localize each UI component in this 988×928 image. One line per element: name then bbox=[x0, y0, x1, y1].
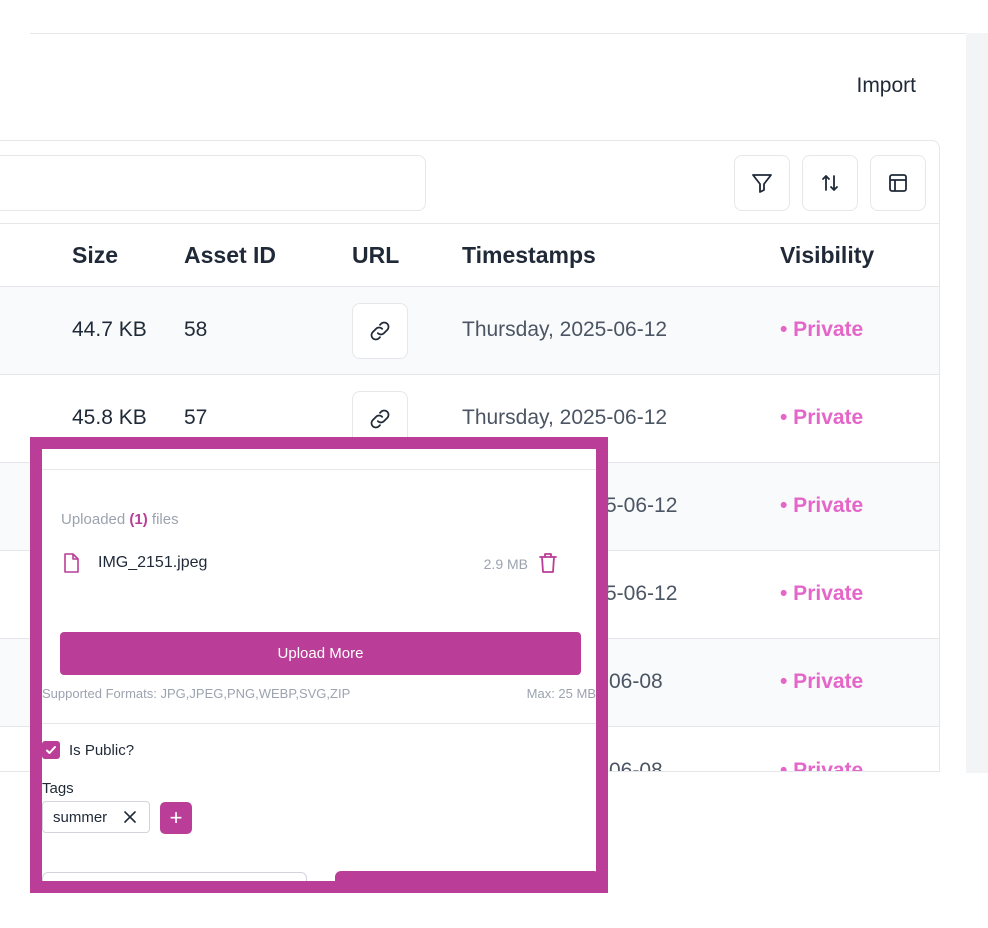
tag-label: summer bbox=[53, 809, 108, 826]
copy-url-button[interactable] bbox=[352, 303, 408, 359]
sort-arrows-icon bbox=[822, 175, 838, 191]
add-tag-button[interactable]: + bbox=[160, 802, 192, 834]
cell-asset-id: 58 bbox=[184, 318, 208, 341]
search-input[interactable] bbox=[0, 155, 426, 211]
cell-asset-id: 57 bbox=[184, 406, 208, 429]
filter-icon bbox=[752, 174, 772, 193]
tags-label: Tags bbox=[42, 780, 74, 797]
cell-size: 44.7 KB bbox=[72, 318, 147, 341]
cell-timestamp: 5-06-12 bbox=[605, 494, 678, 517]
sort-button[interactable] bbox=[802, 155, 858, 211]
modal-divider bbox=[42, 469, 596, 470]
column-header-size[interactable]: Size bbox=[72, 242, 118, 269]
layout-icon bbox=[889, 174, 907, 192]
close-icon[interactable] bbox=[123, 810, 137, 824]
columns-button[interactable] bbox=[870, 155, 926, 211]
import-button[interactable]: Import bbox=[856, 74, 916, 98]
trash-icon[interactable] bbox=[538, 552, 558, 574]
visibility-badge: • Private bbox=[780, 406, 864, 429]
column-header-visibility[interactable]: Visibility bbox=[780, 242, 874, 269]
visibility-badge: • Private bbox=[780, 494, 864, 517]
plus-icon: + bbox=[169, 805, 183, 830]
cell-timestamp: 06-08 bbox=[609, 670, 663, 693]
max-size-text: Max: 25 MB bbox=[526, 686, 596, 701]
file-name: IMG_2151.jpeg bbox=[98, 554, 208, 571]
uploaded-suffix: files bbox=[151, 511, 179, 528]
assets-page: Import Size Asset ID URL Timestamps Visi… bbox=[0, 0, 988, 928]
visibility-badge: • Private bbox=[780, 318, 864, 341]
cell-timestamp: Thursday, 2025-06-12 bbox=[462, 406, 668, 429]
uploaded-files-heading: Uploaded (1) files bbox=[61, 511, 179, 528]
scrollbar-track[interactable] bbox=[966, 33, 988, 773]
cell-timestamp: 06-08 bbox=[609, 759, 663, 772]
uploaded-prefix: Uploaded bbox=[61, 511, 126, 528]
visibility-badge: • Private bbox=[780, 582, 864, 605]
visibility-badge: • Private bbox=[780, 759, 864, 772]
visibility-badge: • Private bbox=[780, 670, 864, 693]
uploaded-file-item: IMG_2151.jpeg 2.9 MB bbox=[61, 552, 581, 576]
file-size: 2.9 MB bbox=[483, 556, 528, 572]
upload-modal: Uploaded (1) files IMG_2151.jpeg 2.9 MB … bbox=[30, 437, 608, 893]
modal-divider bbox=[42, 723, 596, 724]
cell-timestamp: 5-06-12 bbox=[605, 582, 678, 605]
link-icon bbox=[370, 409, 390, 429]
link-icon bbox=[370, 321, 390, 341]
is-public-checkbox[interactable] bbox=[42, 741, 60, 759]
check-icon bbox=[46, 746, 56, 754]
cell-timestamp: Thursday, 2025-06-12 bbox=[462, 318, 668, 341]
uploaded-count: (1) bbox=[129, 511, 148, 528]
column-header-url[interactable]: URL bbox=[352, 242, 399, 269]
table-header: Size Asset ID URL Timestamps Visibility bbox=[0, 223, 939, 287]
column-header-timestamps[interactable]: Timestamps bbox=[462, 242, 596, 269]
upload-modal-body: Uploaded (1) files IMG_2151.jpeg 2.9 MB … bbox=[42, 449, 596, 881]
upload-more-button[interactable]: Upload More bbox=[60, 632, 581, 675]
header-divider bbox=[30, 33, 966, 34]
is-public-label[interactable]: Is Public? bbox=[69, 742, 134, 759]
cell-size: 45.8 KB bbox=[72, 406, 147, 429]
tag-chip: summer bbox=[42, 801, 150, 833]
filter-button[interactable] bbox=[734, 155, 790, 211]
cancel-button[interactable] bbox=[42, 872, 307, 881]
table-row[interactable]: 44.7 KB 58 Thursday, 2025-06-12 • Privat… bbox=[0, 287, 939, 375]
supported-formats-text: Supported Formats: JPG,JPEG,PNG,WEBP,SVG… bbox=[42, 686, 351, 701]
submit-button[interactable] bbox=[335, 871, 596, 881]
file-icon bbox=[64, 553, 79, 573]
column-header-asset-id[interactable]: Asset ID bbox=[184, 242, 276, 269]
